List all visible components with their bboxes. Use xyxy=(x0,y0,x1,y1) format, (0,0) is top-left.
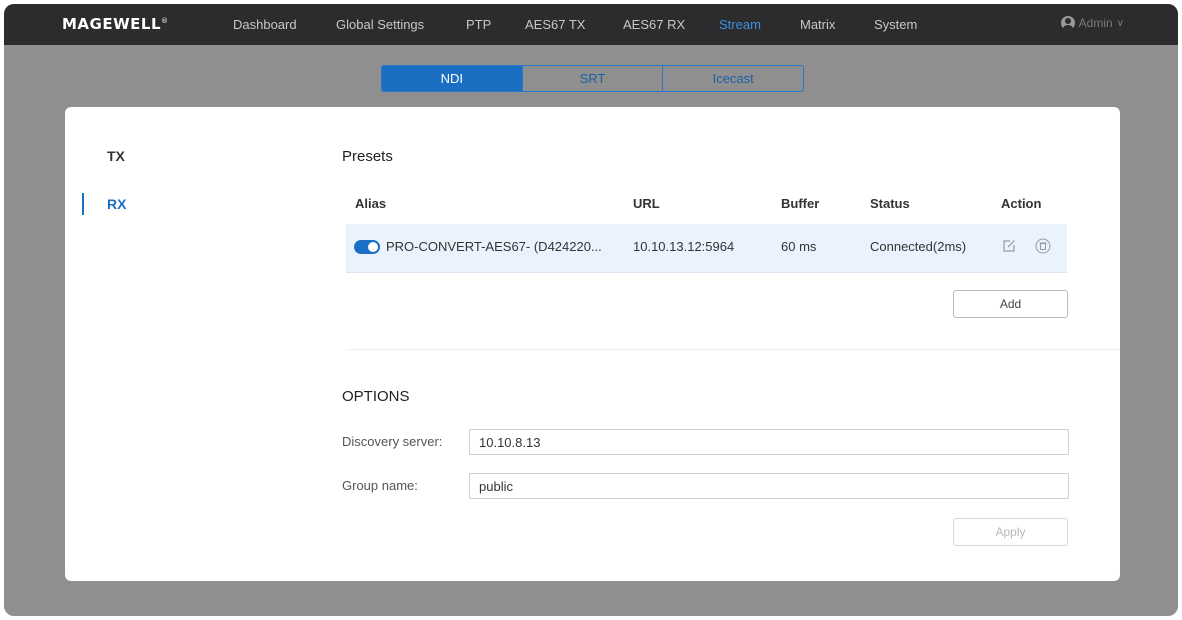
delete-icon[interactable] xyxy=(1035,238,1051,254)
preset-status: Connected(2ms) xyxy=(870,239,967,254)
column-header-buffer: Buffer xyxy=(781,196,820,211)
active-indicator xyxy=(82,193,84,215)
nav-system[interactable]: System xyxy=(874,17,917,32)
column-header-action: Action xyxy=(1001,196,1042,211)
protocol-tabs: NDI SRT Icecast xyxy=(381,65,804,92)
apply-button[interactable]: Apply xyxy=(953,518,1068,546)
sidebar-item-rx[interactable]: RX xyxy=(107,196,126,212)
settings-card: TX RX Presets Alias URL Buffer Status Ac… xyxy=(65,107,1120,581)
top-navigation-bar: MAGEWELL® Dashboard Global Settings PTP … xyxy=(4,4,1178,45)
nav-stream[interactable]: Stream xyxy=(719,17,761,32)
app-window: MAGEWELL® Dashboard Global Settings PTP … xyxy=(4,4,1178,616)
user-avatar-icon xyxy=(1060,16,1075,30)
nav-aes67-rx[interactable]: AES67 RX xyxy=(623,17,685,32)
enable-toggle[interactable] xyxy=(354,240,380,254)
column-header-status: Status xyxy=(870,196,910,211)
tab-icecast[interactable]: Icecast xyxy=(662,66,803,91)
preset-buffer: 60 ms xyxy=(781,239,817,254)
edit-icon[interactable] xyxy=(1001,238,1017,254)
presets-title: Presets xyxy=(342,148,393,165)
options-title: OPTIONS xyxy=(342,388,410,405)
nav-aes67-tx[interactable]: AES67 TX xyxy=(525,17,585,32)
preset-alias: PRO-CONVERT-AES67- (D424220... xyxy=(386,239,602,254)
table-row: PRO-CONVERT-AES67- (D424220... 10.10.13.… xyxy=(346,224,1067,273)
preset-url: 10.10.13.12:5964 xyxy=(633,239,735,254)
group-name-input[interactable] xyxy=(469,473,1069,499)
group-name-label: Group name: xyxy=(342,478,418,493)
nav-matrix[interactable]: Matrix xyxy=(800,17,835,32)
user-menu[interactable]: Admin ∨ xyxy=(1060,16,1124,30)
tab-ndi[interactable]: NDI xyxy=(382,66,522,91)
nav-ptp[interactable]: PTP xyxy=(466,17,491,32)
column-header-alias: Alias xyxy=(355,196,387,211)
discovery-server-label: Discovery server: xyxy=(342,434,443,449)
nav-dashboard[interactable]: Dashboard xyxy=(233,17,297,32)
sidebar-item-tx[interactable]: TX xyxy=(107,148,125,164)
magewell-logo: MAGEWELL® xyxy=(62,15,169,33)
chevron-down-icon: ∨ xyxy=(1116,17,1124,29)
user-name: Admin xyxy=(1078,16,1113,30)
tab-srt[interactable]: SRT xyxy=(521,66,663,91)
discovery-server-input[interactable] xyxy=(469,429,1069,455)
add-preset-button[interactable]: Add xyxy=(953,290,1068,318)
nav-global-settings[interactable]: Global Settings xyxy=(336,17,424,32)
section-divider xyxy=(346,349,1120,350)
column-header-url: URL xyxy=(633,196,660,211)
